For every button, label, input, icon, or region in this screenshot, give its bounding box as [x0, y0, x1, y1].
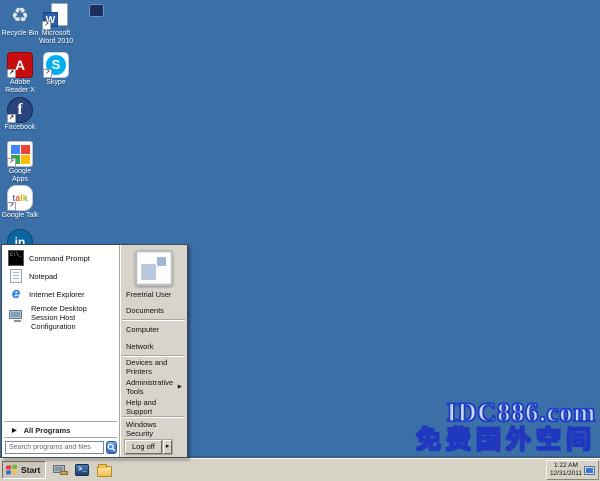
- desktop-icon-word[interactable]: W ↗ Microsoft Word 2010: [37, 3, 75, 47]
- start-menu-right-panel: Freetrial User Documents Computer Networ…: [120, 245, 187, 457]
- notepad-icon: [8, 268, 24, 284]
- all-programs-arrow-icon: ▶: [12, 427, 17, 434]
- start-menu-item-help-and-support[interactable]: Help and Support: [120, 396, 187, 416]
- shortcut-arrow-icon: ↗: [42, 21, 51, 30]
- search-input[interactable]: [5, 441, 104, 454]
- taskbar-clock[interactable]: 1:22 AM 12/31/2011: [550, 462, 582, 478]
- menu-item-label: Command Prompt: [29, 254, 90, 263]
- desktop: ♻ Recycle Bin W ↗ Microsoft Word 2010 A …: [0, 0, 600, 481]
- desktop-icon-label: Facebook: [1, 124, 39, 132]
- desktop-icon-google-talk[interactable]: talk ↗ Google Talk: [1, 185, 39, 220]
- watermark: IDC886.com 免费国外空间: [416, 399, 596, 455]
- all-programs-item[interactable]: ▶ All Programs: [2, 423, 119, 437]
- clock-date: 12/31/2011: [550, 470, 582, 478]
- search-icon: [107, 443, 116, 452]
- network-tray-icon[interactable]: [584, 466, 595, 475]
- skype-icon: S ↗: [43, 52, 69, 78]
- server-manager-icon[interactable]: [52, 462, 68, 478]
- shortcut-arrow-icon: ↗: [43, 69, 52, 78]
- command-prompt-icon: C:\_: [8, 250, 24, 266]
- menu-item-label: Internet Explorer: [29, 290, 84, 299]
- shortcut-arrow-icon: ↗: [7, 202, 16, 211]
- start-menu: C:\_ Command Prompt Notepad e Internet E…: [1, 244, 188, 458]
- start-menu-item-windows-security[interactable]: Windows Security: [120, 418, 187, 438]
- all-programs-label: All Programs: [24, 426, 71, 435]
- start-menu-item-devices-and-printers[interactable]: Devices and Printers: [120, 357, 187, 377]
- facebook-icon: f ↗: [7, 97, 33, 123]
- internet-explorer-icon: e: [8, 286, 24, 302]
- log-off-options-button[interactable]: ▸: [163, 440, 173, 454]
- search-row: [2, 439, 119, 457]
- start-menu-item-notepad[interactable]: Notepad: [2, 267, 119, 285]
- clock-time: 1:22 AM: [550, 462, 582, 470]
- google-apps-icon: ↗: [7, 141, 33, 167]
- desktop-icon-label: Microsoft Word 2010: [37, 30, 75, 47]
- start-menu-left-panel: C:\_ Command Prompt Notepad e Internet E…: [2, 245, 120, 457]
- start-menu-item-network[interactable]: Network: [120, 338, 187, 355]
- desktop-icon-label: Adobe Reader X: [1, 79, 39, 96]
- start-menu-item-command-prompt[interactable]: C:\_ Command Prompt: [2, 249, 119, 267]
- start-button[interactable]: Start: [2, 461, 46, 479]
- quick-launch: >_: [52, 462, 112, 478]
- search-go-button[interactable]: [106, 441, 117, 454]
- taskbar: Start >_ 1:22 AM 12/31/2011: [0, 458, 600, 481]
- watermark-line2: 免费国外空间: [416, 427, 596, 455]
- menu-item-label: Notepad: [29, 272, 57, 281]
- notification-area: 1:22 AM 12/31/2011: [546, 460, 599, 480]
- start-menu-item-documents[interactable]: Documents: [120, 302, 187, 319]
- powershell-icon[interactable]: >_: [74, 462, 90, 478]
- desktop-icon-facebook[interactable]: f ↗ Facebook: [1, 97, 39, 132]
- start-menu-item-rd-session-host[interactable]: Remote Desktop Session Host Configuratio…: [2, 303, 119, 332]
- start-menu-item-administrative-tools[interactable]: Administrative Tools ▶: [120, 377, 187, 397]
- user-name: Freetrial User: [120, 288, 187, 302]
- desktop-icon-label: Google Apps: [1, 168, 39, 185]
- shortcut-arrow-icon: ↗: [7, 158, 16, 167]
- google-talk-icon: talk ↗: [7, 185, 33, 211]
- word-icon: W ↗: [43, 3, 69, 29]
- log-off-button[interactable]: Log off: [125, 440, 162, 454]
- shortcut-arrow-icon: ↗: [7, 114, 16, 123]
- shortcut-arrow-icon: ↗: [7, 69, 16, 78]
- adobe-reader-icon: A ↗: [7, 52, 33, 78]
- desktop-icon-label: Recycle Bin: [1, 30, 39, 38]
- submenu-arrow-icon: ▶: [178, 384, 182, 390]
- log-off-row: Log off ▸: [120, 438, 187, 457]
- windows-flag-icon: [6, 464, 18, 476]
- remote-desktop-icon: [9, 310, 25, 326]
- menu-item-label: Remote Desktop Session Host Configuratio…: [31, 304, 115, 331]
- desktop-icon-recycle-bin[interactable]: ♻ Recycle Bin: [1, 3, 39, 38]
- desktop-icon-label: Skype: [37, 79, 75, 87]
- desktop-icon-adobe-reader[interactable]: A ↗ Adobe Reader X: [1, 52, 39, 96]
- start-button-label: Start: [21, 465, 40, 475]
- windows-explorer-icon[interactable]: [96, 462, 112, 478]
- start-menu-item-computer[interactable]: Computer: [120, 321, 187, 338]
- desktop-icon-label: Google Talk: [1, 212, 39, 220]
- user-avatar[interactable]: [135, 250, 173, 286]
- watermark-line1: IDC886.com: [416, 399, 596, 427]
- desktop-icon-skype[interactable]: S ↗ Skype: [37, 52, 75, 87]
- start-menu-item-internet-explorer[interactable]: e Internet Explorer: [2, 285, 119, 303]
- desktop-icon-google-apps[interactable]: ↗ Google Apps: [1, 141, 39, 185]
- recycle-bin-icon: ♻: [7, 3, 33, 29]
- unidentified-desktop-icon[interactable]: [90, 5, 103, 16]
